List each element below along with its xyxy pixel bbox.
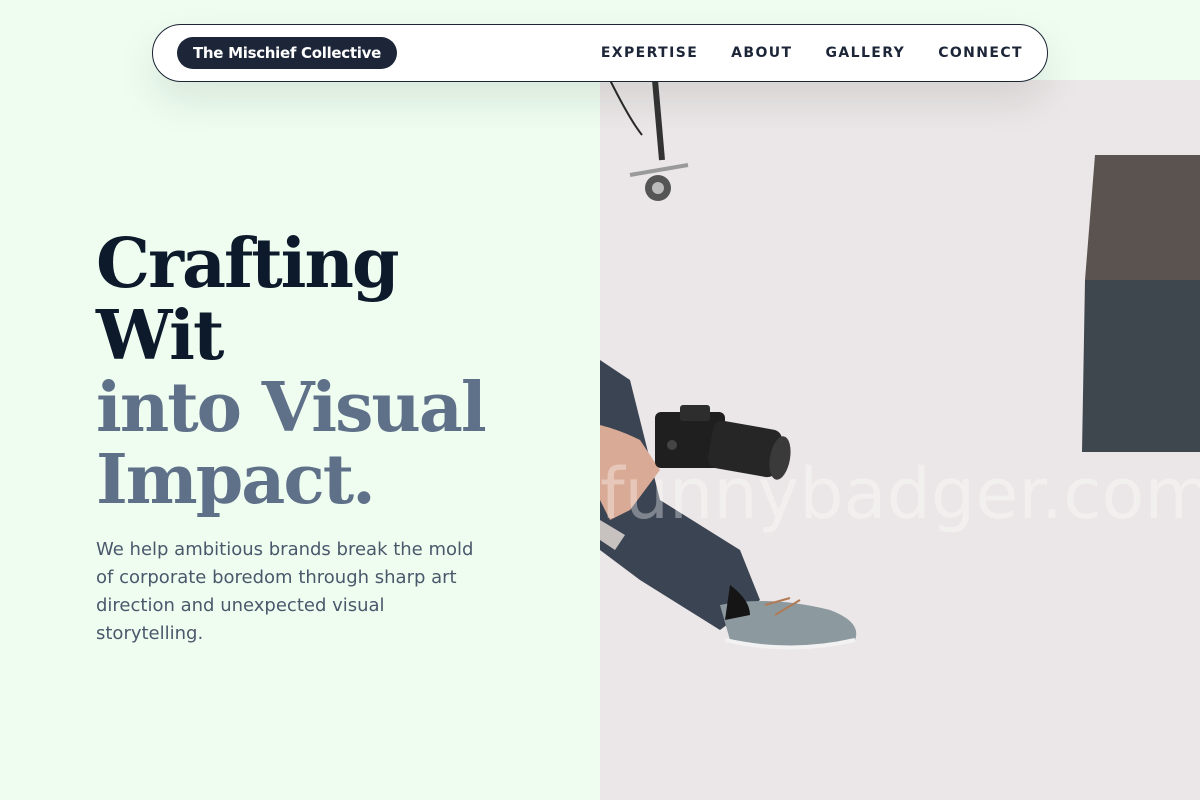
hero-lead-paragraph: We help ambitious brands break the mold … [96,539,474,644]
image-watermark: funnybadger.com [600,453,1200,535]
hero-text: Crafting Wit into Visual Impact. We help… [96,228,556,648]
top-navigation: The Mischief Collective EXPERTISE ABOUT … [152,24,1048,82]
headline-line-1: Crafting [96,224,400,304]
headline-line-3: into Visual [96,368,487,448]
hero-photo-photographer: funnybadger.com [600,80,1200,800]
nav-link-connect[interactable]: CONNECT [938,45,1023,61]
nav-links: EXPERTISE ABOUT GALLERY CONNECT [601,45,1023,61]
brand-logo-button[interactable]: The Mischief Collective [177,37,397,69]
headline-line-4: Impact. [96,440,376,520]
nav-link-expertise[interactable]: EXPERTISE [601,45,698,61]
nav-link-about[interactable]: ABOUT [731,45,792,61]
hero-headline: Crafting Wit into Visual Impact. [96,228,556,516]
headline-line-2: Wit [96,296,224,376]
nav-link-gallery[interactable]: GALLERY [826,45,906,61]
